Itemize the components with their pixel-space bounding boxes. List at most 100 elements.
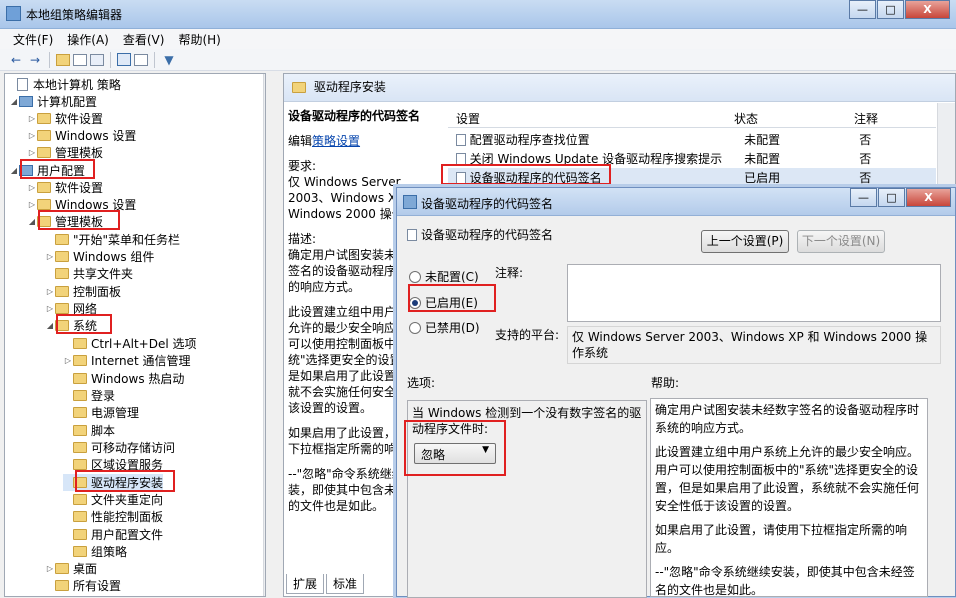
expanded-arrow-icon[interactable]: ◢ [9, 97, 19, 106]
tree-item-folder-redirect[interactable]: 文件夹重定向 [63, 491, 163, 508]
gpedit-app-icon [6, 6, 21, 21]
tree-item-windows-components[interactable]: ▷ Windows 组件 [45, 248, 154, 265]
show-hide-tree-icon[interactable] [73, 53, 87, 66]
setting-icon [407, 228, 417, 241]
prev-setting-button[interactable]: 上一个设置(P) [701, 230, 789, 253]
tree-item-system[interactable]: ◢ 系统 [45, 317, 97, 334]
radio-disabled[interactable]: 已禁用(D) [409, 319, 480, 336]
folder-icon [73, 546, 87, 557]
folder-icon [55, 268, 69, 279]
collapsed-arrow-icon[interactable]: ▷ [45, 304, 55, 313]
tree-item-u-software[interactable]: ▷ 软件设置 [27, 179, 103, 196]
collapsed-arrow-icon[interactable]: ▷ [63, 356, 73, 365]
folder-icon [37, 199, 51, 210]
collapsed-arrow-icon[interactable]: ▷ [27, 114, 37, 123]
tree-item-computer-config[interactable]: ◢ 计算机配置 [9, 93, 97, 110]
tree-item-control-panel[interactable]: ▷ 控制面板 [45, 283, 121, 300]
forward-arrow-icon[interactable]: → [27, 52, 43, 68]
folder-icon [55, 563, 69, 574]
tree-item-logon[interactable]: 登录 [63, 387, 115, 404]
collapsed-arrow-icon[interactable]: ▷ [45, 564, 55, 573]
folder-icon [73, 494, 87, 505]
tree-item-scripts[interactable]: 脚本 [63, 422, 115, 439]
collapsed-arrow-icon[interactable]: ▷ [27, 183, 37, 192]
tree-item-u-templates[interactable]: ◢ 管理模板 [27, 213, 103, 230]
col-comment[interactable]: 注释 [854, 110, 934, 127]
col-state[interactable]: 状态 [734, 110, 854, 127]
tree-item-c-windows[interactable]: ▷ Windows 设置 [27, 127, 136, 144]
tree-item-all-settings[interactable]: 所有设置 [45, 577, 121, 594]
properties-icon[interactable] [134, 53, 148, 66]
expanded-arrow-icon[interactable]: ◢ [9, 166, 19, 175]
toolbar: ← → ▼ [0, 49, 956, 71]
signature-action-dropdown[interactable]: 忽略 ▼ [414, 443, 496, 464]
dialog-subtitle: 设备驱动程序的代码签名 [407, 226, 553, 243]
collapsed-arrow-icon[interactable]: ▷ [27, 131, 37, 140]
comment-textarea[interactable] [567, 264, 941, 322]
dialog-minimize-button[interactable]: — [850, 188, 877, 207]
tree-item-internet-comm[interactable]: ▷ Internet 通信管理 [63, 352, 191, 369]
collapsed-arrow-icon[interactable]: ▷ [45, 252, 55, 261]
export-list-icon[interactable] [90, 53, 104, 66]
tree-item-shared-folders[interactable]: 共享文件夹 [45, 265, 133, 282]
tree-scrollbar[interactable] [263, 74, 265, 596]
dialog-maximize-button[interactable]: □ [878, 188, 905, 207]
table-row[interactable]: 关闭 Windows Update 设备驱动程序搜索提示 未配置否 [448, 149, 936, 168]
help-icon[interactable] [117, 53, 131, 66]
collapsed-arrow-icon[interactable]: ▷ [45, 287, 55, 296]
tab-extended[interactable]: 扩展 [286, 574, 325, 594]
edit-policy-link[interactable]: 策略设置 [312, 134, 360, 148]
tree-item-removable-storage[interactable]: 可移动存储访问 [63, 439, 175, 456]
tree-item-u-windows[interactable]: ▷ Windows 设置 [27, 196, 136, 213]
collapsed-arrow-icon[interactable]: ▷ [27, 200, 37, 209]
table-row-selected[interactable]: 设备驱动程序的代码签名 已启用否 [448, 168, 936, 187]
tree-item-network[interactable]: ▷ 网络 [45, 300, 97, 317]
collapsed-arrow-icon[interactable]: ▷ [27, 148, 37, 157]
menu-file[interactable]: 文件(F) [6, 29, 60, 49]
menu-bar: 文件(F) 操作(A) 查看(V) 帮助(H) [0, 29, 956, 49]
user-icon [19, 165, 33, 176]
tree-item-c-templates[interactable]: ▷ 管理模板 [27, 144, 103, 161]
expanded-arrow-icon[interactable]: ◢ [45, 321, 55, 330]
folder-icon [37, 130, 51, 141]
tree-item-user-profiles[interactable]: 用户配置文件 [63, 526, 163, 543]
tab-standard[interactable]: 标准 [326, 574, 365, 594]
next-setting-button[interactable]: 下一个设置(N) [797, 230, 885, 253]
tree-item-c-software[interactable]: ▷ 软件设置 [27, 110, 103, 127]
tree-item-driver-install[interactable]: 驱动程序安装 [63, 474, 164, 491]
maximize-button[interactable]: □ [877, 0, 904, 19]
tree-item-perf-panel[interactable]: 性能控制面板 [63, 508, 163, 525]
tree-item-start-menu[interactable]: "开始"菜单和任务栏 [45, 231, 180, 248]
tree-item-ctrl-alt-del[interactable]: Ctrl+Alt+Del 选项 [63, 335, 196, 352]
computer-icon [19, 96, 33, 107]
folder-icon [55, 234, 69, 245]
platform-label: 支持的平台: [495, 328, 560, 342]
menu-help[interactable]: 帮助(H) [171, 29, 227, 49]
close-button[interactable]: X [905, 0, 950, 19]
folder-icon [37, 113, 51, 124]
filter-icon[interactable]: ▼ [161, 52, 177, 68]
back-arrow-icon[interactable]: ← [8, 52, 24, 68]
up-folder-icon[interactable] [56, 53, 70, 66]
menu-action[interactable]: 操作(A) [60, 29, 116, 49]
tree-item-group-policy[interactable]: 组策略 [63, 543, 127, 560]
minimize-button[interactable]: — [849, 0, 876, 19]
folder-icon [73, 390, 87, 401]
folder-icon [55, 286, 69, 297]
tree-item-user-config[interactable]: ◢ 用户配置 [9, 162, 85, 179]
radio-not-configured[interactable]: 未配置(C) [409, 268, 479, 285]
expanded-arrow-icon[interactable]: ◢ [27, 217, 37, 226]
menu-view[interactable]: 查看(V) [116, 29, 172, 49]
tree-item-hot-start[interactable]: Windows 热启动 [63, 370, 184, 387]
tree-item-locale[interactable]: 区域设置服务 [63, 456, 163, 473]
dialog-close-button[interactable]: X [906, 188, 951, 207]
tree-item-desktop[interactable]: ▷ 桌面 [45, 560, 97, 577]
desc-title: 设备驱动程序的代码签名 [288, 109, 421, 123]
tree-item-power[interactable]: 电源管理 [63, 404, 139, 421]
folder-icon [55, 320, 69, 331]
col-setting[interactable]: 设置 [448, 110, 734, 127]
setting-icon [456, 152, 466, 165]
table-row[interactable]: 配置驱动程序查找位置 未配置否 [448, 130, 936, 149]
tree-item-root[interactable]: 本地计算机 策略 [7, 76, 121, 93]
radio-enabled[interactable]: 已启用(E) [409, 294, 478, 311]
